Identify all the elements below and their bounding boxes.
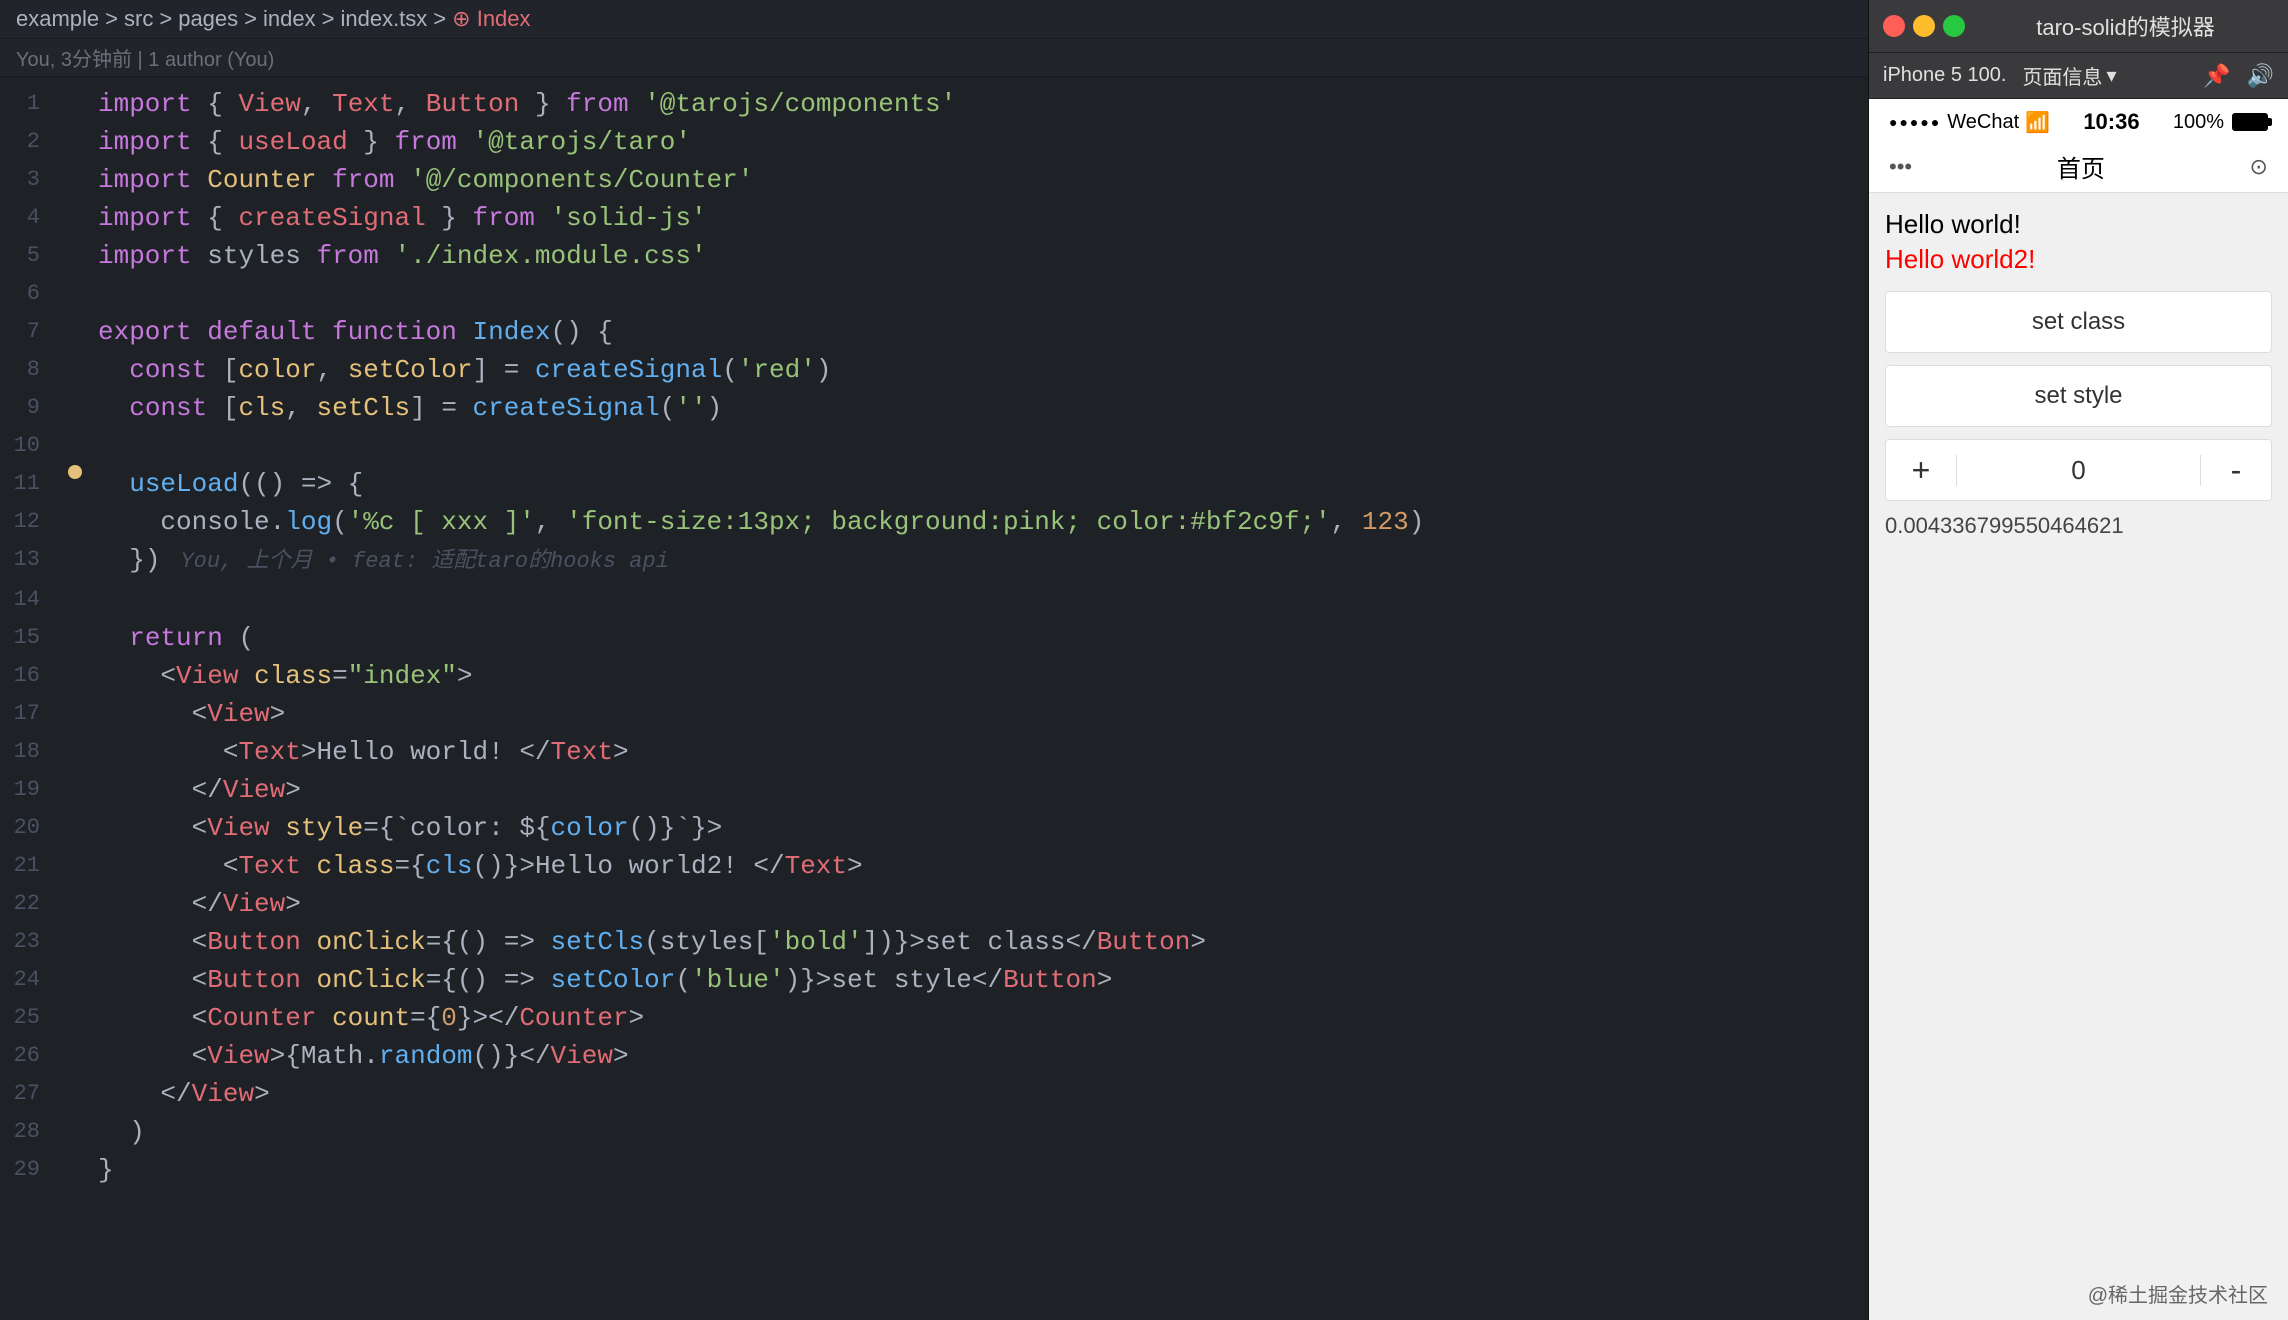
code-line: 5 import styles from './index.module.css… xyxy=(0,237,1868,275)
phone-content: Hello world! Hello world2! set class set… xyxy=(1869,193,2288,1320)
code-line: 2 import { useLoad } from '@tarojs/taro' xyxy=(0,123,1868,161)
code-line: 1 import { View, Text, Button } from '@t… xyxy=(0,85,1868,123)
counter-plus-button[interactable]: + xyxy=(1886,440,1956,500)
counter-minus-button[interactable]: - xyxy=(2201,440,2271,500)
code-line: 23 <Button onClick={() => setCls(styles[… xyxy=(0,923,1868,961)
signal-dots: ●●●●● xyxy=(1889,114,1941,130)
simulator-titlebar: taro-solid的模拟器 xyxy=(1869,0,2288,52)
traffic-lights xyxy=(1883,15,1965,37)
code-line: 20 <View style={`color: ${color()}`}> xyxy=(0,809,1868,847)
code-line: 19 </View> xyxy=(0,771,1868,809)
simulator-toolbar: iPhone 5 100. 页面信息 ▾ 📌 🔊 xyxy=(1869,52,2288,99)
device-selector[interactable]: iPhone 5 100. xyxy=(1883,64,2006,87)
nav-right-icons: ⊙ xyxy=(2250,154,2268,180)
code-line: 28 ) xyxy=(0,1113,1868,1151)
page-info-label: 页面信息 xyxy=(2022,61,2102,90)
code-line: 24 <Button onClick={() => setColor('blue… xyxy=(0,961,1868,999)
phone-nav-bar: ••• 首页 ⊙ xyxy=(1869,141,2288,193)
code-line: 17 <View> xyxy=(0,695,1868,733)
nav-left-icons: ••• xyxy=(1889,154,1912,180)
code-line: 21 <Text class={cls()}>Hello world2! </T… xyxy=(0,847,1868,885)
code-line: 7 export default function Index() { xyxy=(0,313,1868,351)
record-icon[interactable]: ⊙ xyxy=(2250,154,2268,180)
pin-icon[interactable]: 📌 xyxy=(2203,63,2230,89)
bc-part: example xyxy=(16,6,99,32)
phone-status-bar: ●●●●● WeChat 📶 10:36 100% xyxy=(1869,99,2288,141)
code-line: 6 xyxy=(0,275,1868,313)
bc-part: index xyxy=(263,6,316,32)
code-line: 25 <Counter count={0}></Counter> xyxy=(0,999,1868,1037)
simulator-title: taro-solid的模拟器 xyxy=(1977,10,2274,42)
hello-world-text: Hello world! xyxy=(1885,209,2272,240)
code-line: 12 console.log('%c [ xxx ]', 'font-size:… xyxy=(0,503,1868,541)
hello-world2-text: Hello world2! xyxy=(1885,244,2272,275)
code-line: 22 </View> xyxy=(0,885,1868,923)
git-blame: You, 上个月 • feat: 适配taro的hooks api xyxy=(180,549,668,574)
carrier-label: WeChat xyxy=(1947,111,2019,134)
battery-pct: 100% xyxy=(2173,111,2224,134)
status-left: ●●●●● WeChat 📶 xyxy=(1889,110,2050,135)
breadcrumb: example > src > pages > index > index.ts… xyxy=(0,0,1868,39)
code-line: 16 <View class="index"> xyxy=(0,657,1868,695)
code-line: 27 </View> xyxy=(0,1075,1868,1113)
close-button[interactable] xyxy=(1883,15,1905,37)
simulator-panel: taro-solid的模拟器 iPhone 5 100. 页面信息 ▾ 📌 🔊 … xyxy=(1868,0,2288,1320)
code-line: 8 const [color, setColor] = createSignal… xyxy=(0,351,1868,389)
code-line: 29 } xyxy=(0,1151,1868,1189)
git-info: You, 3分钟前 | 1 author (You) xyxy=(0,39,1868,77)
code-line: 14 xyxy=(0,581,1868,619)
battery-icon xyxy=(2232,113,2268,131)
git-indicator xyxy=(68,465,82,479)
page-info-button[interactable]: 页面信息 ▾ xyxy=(2022,61,2116,90)
code-line: 3 import Counter from '@/components/Coun… xyxy=(0,161,1868,199)
code-line: 9 const [cls, setCls] = createSignal('') xyxy=(0,389,1868,427)
code-line: 18 <Text>Hello world! </Text> xyxy=(0,733,1868,771)
bc-part: src xyxy=(124,6,153,32)
status-right: 100% xyxy=(2173,111,2268,134)
bc-part: index.tsx xyxy=(340,6,427,32)
code-line: 26 <View>{Math.random()}</View> xyxy=(0,1037,1868,1075)
editor-panel: example > src > pages > index > index.ts… xyxy=(0,0,1868,1320)
code-line: 11 useLoad(() => { xyxy=(0,465,1868,503)
counter-value: 0 xyxy=(1956,455,2201,486)
code-line: 13 })You, 上个月 • feat: 适配taro的hooks api xyxy=(0,541,1868,581)
code-area[interactable]: 1 import { View, Text, Button } from '@t… xyxy=(0,77,1868,1320)
code-line: 15 return ( xyxy=(0,619,1868,657)
nav-title: 首页 xyxy=(2057,149,2105,184)
set-style-button[interactable]: set style xyxy=(1885,365,2272,427)
more-icon[interactable]: ••• xyxy=(1889,154,1912,180)
status-time: 10:36 xyxy=(2083,109,2139,135)
bc-sep: > xyxy=(433,6,446,32)
bc-part: pages xyxy=(178,6,238,32)
set-class-button[interactable]: set class xyxy=(1885,291,2272,353)
toolbar-right: 📌 🔊 xyxy=(2203,63,2274,89)
chevron-down-icon: ▾ xyxy=(2106,63,2116,88)
minimize-button[interactable] xyxy=(1913,15,1935,37)
watermark: @稀土掘金技术社区 xyxy=(2088,1279,2268,1308)
counter-row: + 0 - xyxy=(1885,439,2272,501)
bc-sep: > xyxy=(244,6,257,32)
code-line: 10 xyxy=(0,427,1868,465)
bc-sep: > xyxy=(322,6,335,32)
volume-icon[interactable]: 🔊 xyxy=(2247,63,2274,89)
wifi-icon: 📶 xyxy=(2025,110,2050,135)
maximize-button[interactable] xyxy=(1943,15,1965,37)
bc-sep: > xyxy=(159,6,172,32)
math-random-value: 0.004336799550464621 xyxy=(1885,513,2272,539)
bc-active: ⊕ Index xyxy=(452,6,530,32)
bc-sep: > xyxy=(105,6,118,32)
phone-frame: ●●●●● WeChat 📶 10:36 100% ••• 首页 ⊙ xyxy=(1869,99,2288,1320)
code-line: 4 import { createSignal } from 'solid-js… xyxy=(0,199,1868,237)
battery-fill xyxy=(2234,115,2266,129)
